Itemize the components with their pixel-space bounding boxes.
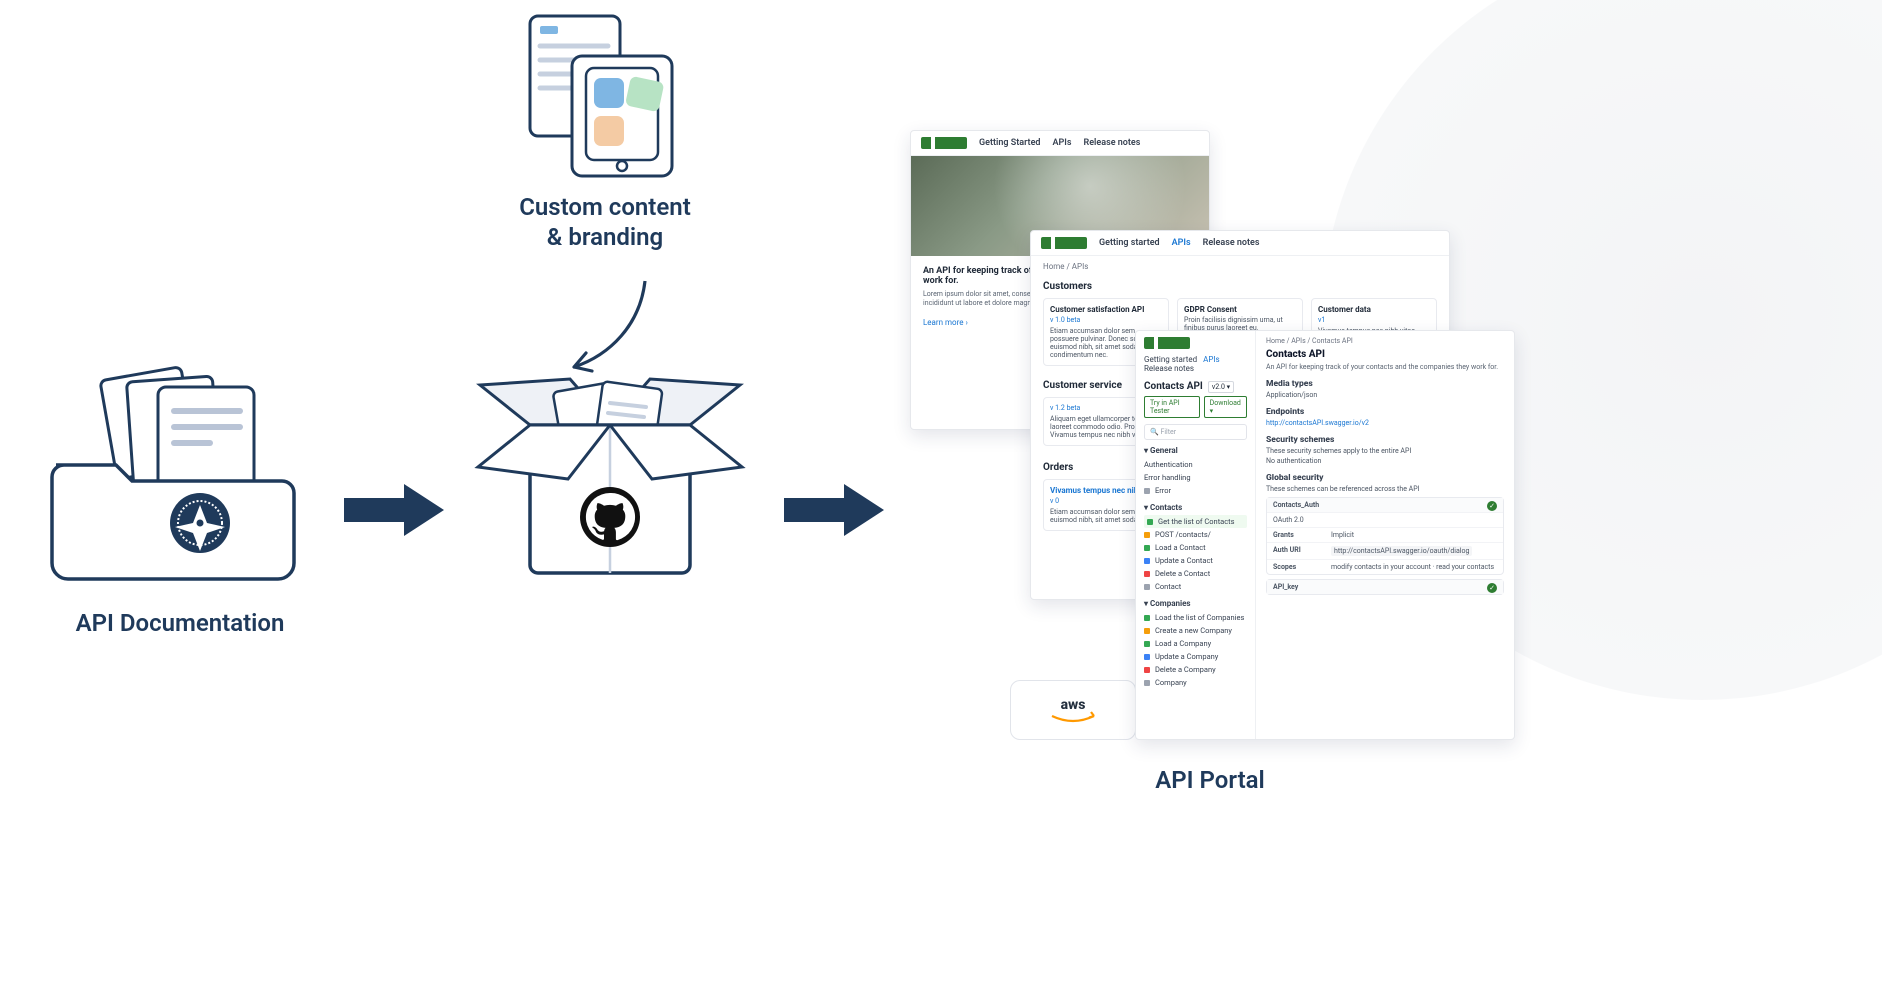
scheme-name: API_key xyxy=(1273,583,1323,591)
sidebar-item: Update a Company xyxy=(1144,650,1247,663)
sidebar-item: Authentication xyxy=(1144,458,1247,471)
filter-input: 🔍 Filter xyxy=(1144,424,1247,440)
security-scheme-table: Contacts_Auth✓ OAuth 2.0 GrantsImplicit … xyxy=(1266,497,1504,575)
portal-topnav xyxy=(1144,337,1247,355)
row-value: modify contacts in your account · read y… xyxy=(1331,563,1494,571)
check-icon: ✓ xyxy=(1487,583,1497,593)
nav-apis: APIs xyxy=(1203,355,1220,364)
row-value: Implicit xyxy=(1331,531,1354,539)
version-badge: v2.0 ▾ xyxy=(1208,381,1234,393)
sidebar-item: Delete a Company xyxy=(1144,663,1247,676)
sidebar-item: Create a new Company xyxy=(1144,624,1247,637)
learn-more-link: Learn more › xyxy=(923,318,968,327)
schemes-desc: These security schemes apply to the enti… xyxy=(1266,447,1504,455)
greens-logo xyxy=(921,137,967,149)
sidebar-group-companies: ▾ Companies xyxy=(1144,599,1247,608)
nav-release-notes: Release notes xyxy=(1084,138,1141,148)
sidebar-group-contacts: ▾ Contacts xyxy=(1144,503,1247,512)
sidebar-item: Error xyxy=(1144,484,1247,497)
api-detail-main: Home / APIs / Contacts API Contacts API … xyxy=(1256,331,1514,739)
nav-getting-started: Getting started xyxy=(1144,355,1197,364)
sidebar-item: Load a Company xyxy=(1144,637,1247,650)
api-docs-group: API Documentation xyxy=(40,365,320,637)
security-scheme-table: API_key ✓ xyxy=(1266,579,1504,595)
sidebar-item: Contact xyxy=(1144,580,1247,593)
open-box-icon xyxy=(460,355,760,615)
arrow-icon xyxy=(340,480,450,540)
sidebar-item: POST /contacts/ xyxy=(1144,528,1247,541)
nav-getting-started: Getting started xyxy=(1099,238,1160,248)
card-version: v 1.0 beta xyxy=(1050,316,1162,324)
global-desc: These schemes can be referenced across t… xyxy=(1266,485,1504,493)
sidebar-item: Load the list of Companies xyxy=(1144,611,1247,624)
api-title: Contacts API xyxy=(1266,349,1504,360)
row-value: http://contactsAPI.swagger.io/oauth/dial… xyxy=(1331,546,1472,556)
greens-logo xyxy=(1041,237,1087,249)
card-version: v1 xyxy=(1318,316,1430,324)
branding-group: Custom content & branding xyxy=(480,10,730,252)
portal-topnav: Getting Started APIs Release notes xyxy=(911,131,1209,156)
breadcrumb: Home / APIs / Contacts API xyxy=(1266,337,1504,345)
sidebar-item: Update a Contact xyxy=(1144,554,1247,567)
sidebar-item: Company xyxy=(1144,676,1247,689)
nav-release-notes: Release notes xyxy=(1144,364,1194,373)
api-portal-label: API Portal xyxy=(1060,766,1360,794)
api-detail-sidebar: Getting started APIs Release notes Conta… xyxy=(1136,331,1256,739)
sidebar-item: Load a Contact xyxy=(1144,541,1247,554)
api-subtitle: An API for keeping track of your contact… xyxy=(1266,363,1504,371)
greens-logo xyxy=(1144,337,1190,349)
section-security-schemes: Security schemes xyxy=(1266,435,1504,445)
breadcrumb: Home / APIs xyxy=(1031,256,1449,277)
card-title: Customer satisfaction API xyxy=(1050,305,1162,314)
section-media-types: Media types xyxy=(1266,379,1504,389)
row-key: Scopes xyxy=(1273,563,1323,571)
folder-icon xyxy=(40,365,300,585)
branding-docs-icon xyxy=(520,10,690,180)
try-api-tester-button: Try in API Tester xyxy=(1144,396,1200,418)
sidebar-item-selected: Get the list of Contacts xyxy=(1144,515,1247,528)
sidebar-item: Error handling xyxy=(1144,471,1247,484)
sidebar-item: Delete a Contact xyxy=(1144,567,1247,580)
card-title: Customer data xyxy=(1318,305,1430,314)
row-key: Grants xyxy=(1273,531,1323,539)
branding-label: Custom content & branding xyxy=(480,192,730,252)
check-icon: ✓ xyxy=(1487,501,1497,511)
nav-apis: APIs xyxy=(1172,238,1191,248)
portal-screenshot-api-detail: Getting started APIs Release notes Conta… xyxy=(1135,330,1515,740)
sidebar-api-title: Contacts API v2.0 ▾ xyxy=(1144,381,1247,392)
aws-logo-icon: aws xyxy=(1046,694,1100,726)
section-global-security: Global security xyxy=(1266,473,1504,483)
diagram-stage: API Documentation Custom content & xyxy=(0,0,1882,992)
nav-getting-started: Getting Started xyxy=(979,138,1041,148)
portal-screens-group: Getting Started APIs Release notes An AP… xyxy=(910,100,1530,700)
api-docs-label: API Documentation xyxy=(40,609,320,637)
row-key: Auth URI xyxy=(1273,546,1323,556)
schemes-value: No authentication xyxy=(1266,457,1504,465)
sidebar-group-general: ▾ General xyxy=(1144,446,1247,455)
svg-text:aws: aws xyxy=(1061,697,1086,713)
nav-release-notes: Release notes xyxy=(1203,238,1260,248)
row-oauth: OAuth 2.0 xyxy=(1273,516,1304,524)
nav-apis: APIs xyxy=(1053,138,1072,148)
endpoint-value: http://contactsAPI.swagger.io/v2 xyxy=(1266,419,1504,427)
portal-topnav: Getting started APIs Release notes xyxy=(1031,231,1449,256)
section-endpoints: Endpoints xyxy=(1266,407,1504,417)
branding-label-line1: Custom content xyxy=(519,193,691,221)
scheme-name: Contacts_Auth xyxy=(1273,501,1323,509)
box-group xyxy=(460,355,760,619)
branding-label-line2: & branding xyxy=(547,223,663,251)
aws-badge: aws xyxy=(1010,680,1136,740)
card-title: GDPR Consent xyxy=(1184,305,1296,314)
arrow-icon xyxy=(780,480,890,540)
media-type-value: Application/json xyxy=(1266,391,1504,399)
section-customers: Customers xyxy=(1031,277,1449,294)
download-button: Download ▾ xyxy=(1204,396,1247,418)
